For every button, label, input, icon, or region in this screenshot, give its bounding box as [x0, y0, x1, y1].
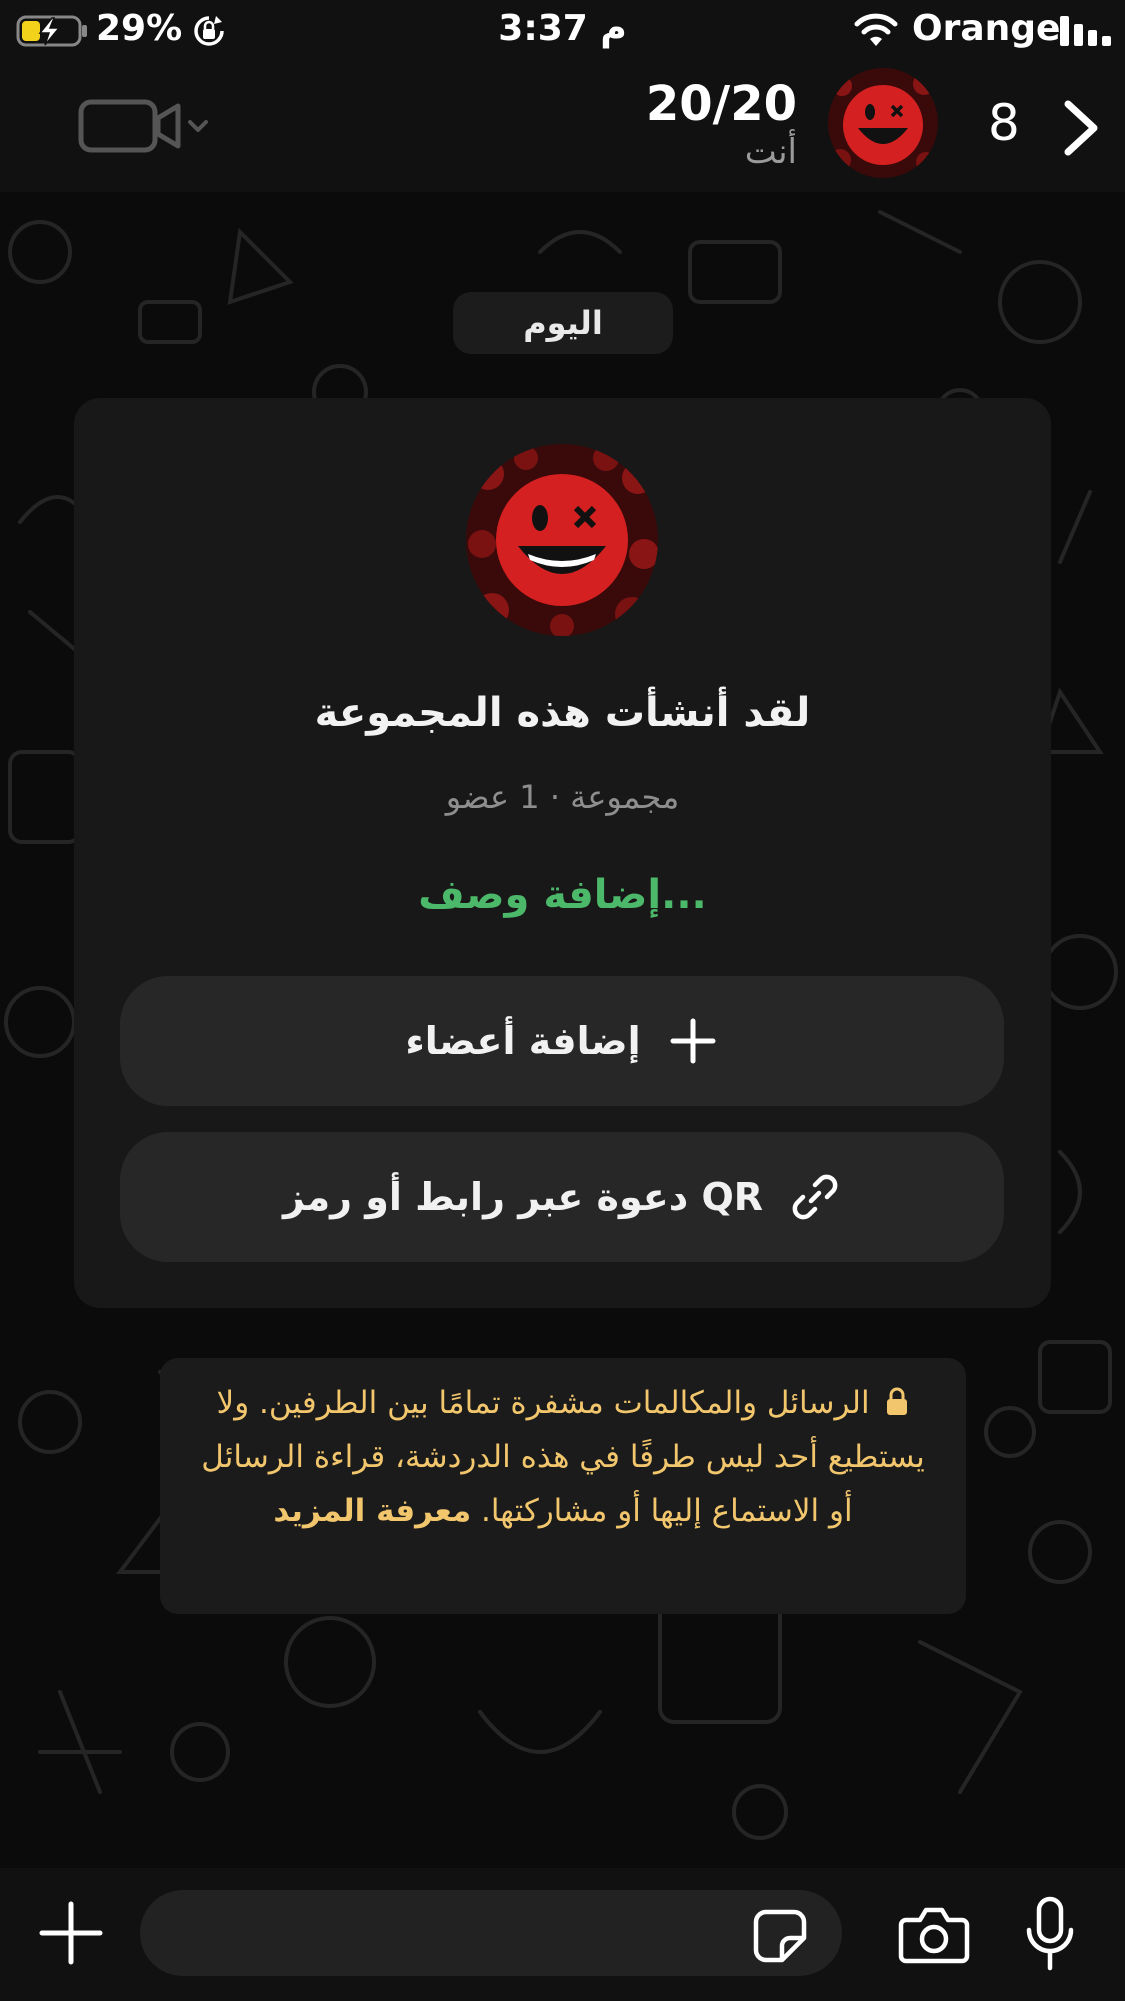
group-meta: مجموعة · 1 عضو — [445, 778, 680, 816]
chevron-right-icon[interactable] — [1058, 98, 1104, 158]
add-members-button[interactable]: إضافة أعضاء — [120, 976, 1004, 1106]
plus-icon[interactable] — [36, 1898, 106, 1968]
microphone-icon[interactable] — [1024, 1896, 1076, 1972]
smiley-avatar-icon — [828, 68, 938, 178]
wifi-icon — [854, 13, 898, 46]
group-avatar[interactable] — [466, 444, 658, 636]
sticker-icon[interactable] — [752, 1908, 808, 1964]
add-description-link[interactable]: إضافة وصف... — [74, 872, 1051, 918]
status-bar: 29% 3:37 م Orange — [0, 0, 1125, 62]
chat-header: 20/20 أنت 8 — [0, 62, 1125, 192]
camera-icon[interactable] — [898, 1904, 970, 1964]
card-title: لقد أنشأت هذه المجموعة — [314, 690, 811, 736]
invite-label: دعوة عبر رابط أو رمز QR — [282, 1175, 764, 1219]
learn-more-link[interactable]: معرفة المزيد — [273, 1493, 471, 1529]
avatar[interactable] — [828, 68, 938, 178]
lock-icon — [887, 1387, 908, 1415]
unread-count[interactable]: 8 — [988, 94, 1020, 152]
encryption-notice[interactable]: الرسائل والمكالمات مشفرة تمامًا بين الطر… — [160, 1358, 966, 1614]
plus-icon — [670, 1018, 716, 1064]
chat-area[interactable]: اليوم لقد أنشأت هذه المجموعة مجموعة · 1 … — [0, 192, 1125, 1868]
group-subtitle[interactable]: أنت — [745, 132, 797, 172]
add-members-label: إضافة أعضاء — [405, 1019, 641, 1063]
message-input-bar — [0, 1868, 1125, 2001]
group-title[interactable]: 20/20 — [646, 76, 797, 132]
signal-strength-icon — [1060, 16, 1111, 46]
message-input[interactable] — [140, 1890, 842, 1976]
smiley-avatar-icon — [466, 444, 658, 636]
video-call-button[interactable] — [78, 96, 210, 156]
invite-link-button[interactable]: دعوة عبر رابط أو رمز QR — [120, 1132, 1004, 1262]
link-icon — [792, 1174, 838, 1220]
group-created-card: لقد أنشأت هذه المجموعة مجموعة · 1 عضو إض… — [74, 398, 1051, 1308]
date-separator: اليوم — [453, 292, 673, 354]
carrier-name: Orange — [912, 8, 1061, 49]
